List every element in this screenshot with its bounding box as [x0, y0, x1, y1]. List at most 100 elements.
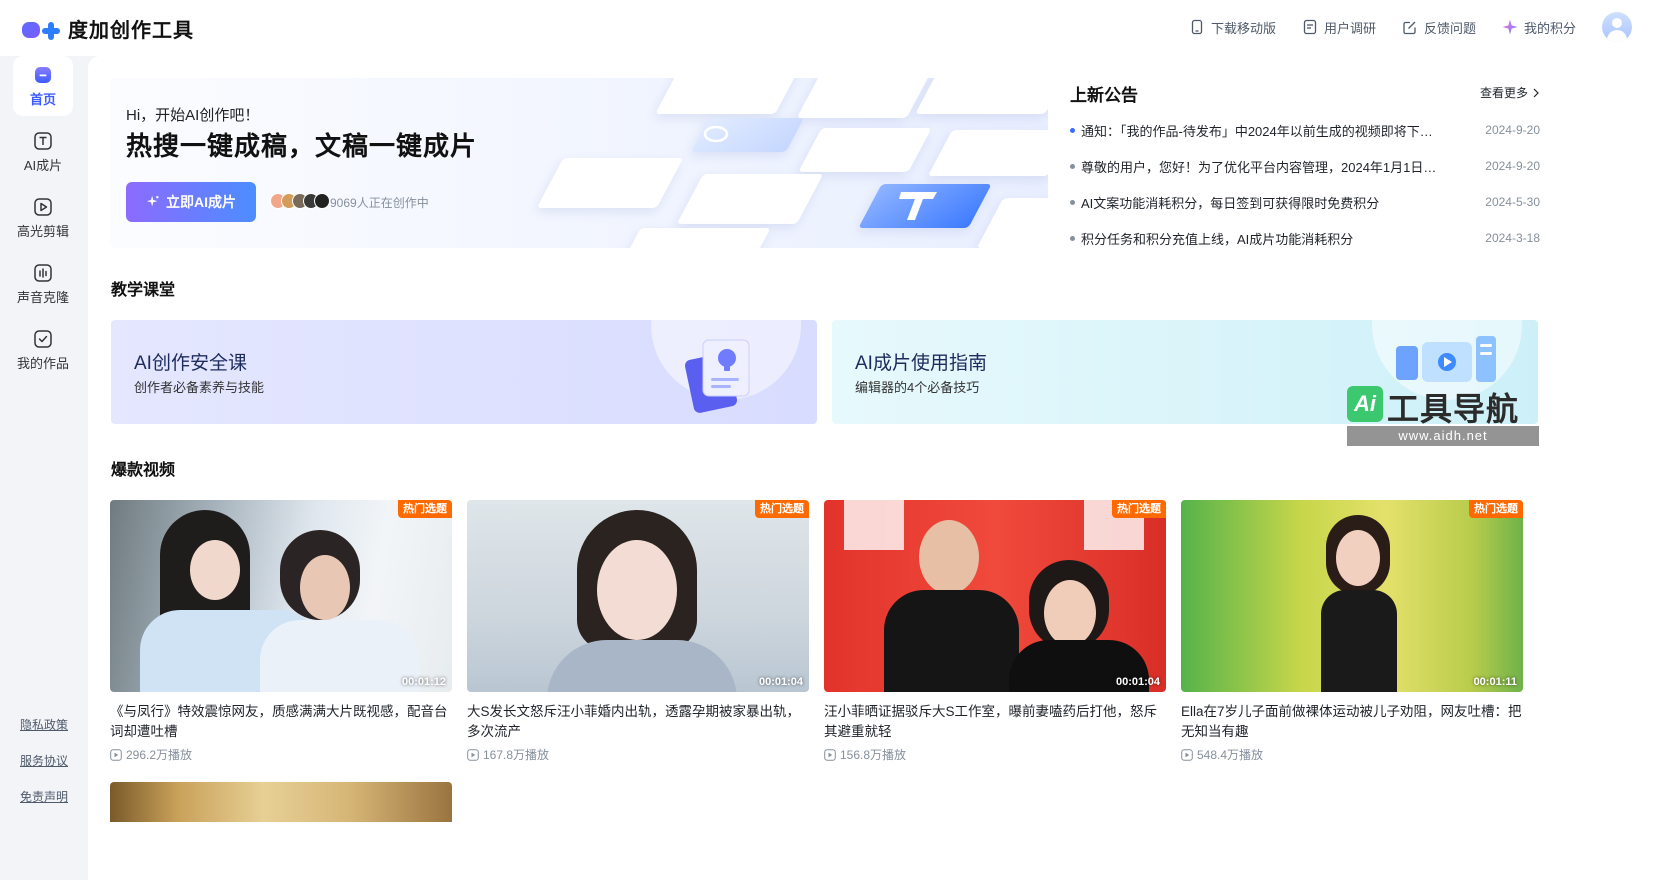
- hero-greeting: Hi，开始AI创作吧！: [126, 107, 260, 124]
- watermark-url: www.aidh.net: [1347, 426, 1539, 446]
- sidebar-item-home[interactable]: 首页: [13, 56, 73, 116]
- lesson-card-safety[interactable]: AI创作安全课 创作者必备素养与技能: [111, 320, 817, 424]
- watermark: Ai 工具导航 www.aidh.net: [1347, 386, 1539, 446]
- video-thumbnail: 热门选题 00:01:11: [1181, 500, 1523, 692]
- download-mobile-link[interactable]: 下载移动版: [1189, 18, 1276, 37]
- announcement-text: AI文案功能消耗积分，每日签到可获得限时免费积分: [1081, 195, 1380, 211]
- text-glyph-icon: [899, 192, 937, 220]
- editor-illustration-icon: [1396, 336, 1496, 382]
- video-duration: 00:01:04: [1115, 676, 1160, 688]
- announcement-date: 2024-3-18: [1485, 231, 1540, 245]
- user-avatar[interactable]: [1602, 12, 1632, 42]
- feedback-link[interactable]: 反馈问题: [1402, 18, 1476, 37]
- announcement-item[interactable]: 积分任务和积分充值上线，AI成片功能消耗积分 2024-3-18: [1070, 228, 1540, 248]
- play-count-icon: [824, 748, 836, 761]
- download-mobile-label: 下载移动版: [1210, 20, 1276, 36]
- video-card[interactable]: 热门选题 00:01:04 汪小菲晒证据驳斥大S工作室，曝前妻嗑药后打他，怒斥其…: [824, 500, 1166, 763]
- play-icon: [34, 197, 52, 216]
- video-plays-label: 296.2万播放: [126, 748, 193, 762]
- document-bulb-icon: [684, 339, 750, 413]
- phone-icon: [1191, 19, 1203, 35]
- sparkle-icon: [1502, 19, 1518, 35]
- videos-section-title: 爆款视频: [111, 462, 176, 479]
- creator-avatars: [270, 193, 330, 209]
- logo[interactable]: 度加创作工具: [20, 14, 194, 43]
- checkbox-icon: [34, 329, 52, 348]
- hero-banner: Hi，开始AI创作吧！ 热搜一键成稿，文稿一键成片 立即AI成片 9069人正在…: [110, 78, 1048, 248]
- video-card[interactable]: 热门选题 00:01:04 大S发长文怒斥汪小菲婚内出轨，透露孕期被家暴出轨，多…: [467, 500, 809, 763]
- top-bar: 度加创作工具 下载移动版 用户调研 反馈问题 我的积分: [0, 0, 1654, 56]
- my-points-link[interactable]: 我的积分: [1502, 18, 1576, 37]
- watermark-text: 工具导航: [1387, 391, 1520, 427]
- announcement-item[interactable]: AI文案功能消耗积分，每日签到可获得限时免费积分 2024-5-30: [1070, 192, 1540, 212]
- edit-icon: [1403, 21, 1416, 35]
- home-icon: [35, 66, 51, 83]
- sidebar-item-ai-video[interactable]: AI成片: [13, 122, 73, 182]
- video-plays-label: 548.4万播放: [1197, 748, 1264, 762]
- sidebar-item-label: 高光剪辑: [16, 223, 69, 239]
- sidebar-item-label: 我的作品: [16, 355, 69, 371]
- video-title: 大S发长文怒斥汪小菲婚内出轨，透露孕期被家暴出轨，多次流产: [467, 704, 801, 739]
- video-plays: 156.8万播放: [824, 746, 1166, 763]
- announcements-panel: 上新公告 查看更多 通知：「我的作品-待发布」中2024年以前生成的视频即将下……: [1070, 78, 1540, 248]
- avatar: [314, 193, 330, 209]
- announcements-title: 上新公告: [1070, 86, 1138, 105]
- chevron-right-icon: [1533, 88, 1539, 97]
- play-count-icon: [1181, 748, 1193, 761]
- waveform-icon: [34, 263, 52, 282]
- video-thumbnail-partial[interactable]: [110, 782, 452, 822]
- announcement-text: 积分任务和积分充值上线，AI成片功能消耗积分: [1081, 231, 1354, 247]
- bullet-icon: [1070, 235, 1075, 241]
- announcement-item[interactable]: 通知：「我的作品-待发布」中2024年以前生成的视频即将下… 2024-9-20: [1070, 120, 1540, 140]
- sidebar-item-label: AI成片: [23, 157, 63, 173]
- announcement-date: 2024-5-30: [1485, 195, 1540, 209]
- new-dot-icon: [1070, 127, 1075, 133]
- video-card[interactable]: 热门选题 00:01:11 Ella在7岁儿子面前做裸体运动被儿子劝阻，网友吐槽…: [1181, 500, 1523, 763]
- play-count-icon: [110, 748, 122, 761]
- hot-topic-badge: 热门选题: [1112, 500, 1166, 518]
- disclaimer-link[interactable]: 免责声明: [0, 788, 88, 805]
- sidebar-item-highlight-clip[interactable]: 高光剪辑: [13, 188, 73, 248]
- video-plays: 548.4万播放: [1181, 746, 1523, 763]
- video-title: 《与凤行》特效震惊网友，质感满满大片既视感，配音台词却遭吐槽: [110, 704, 448, 739]
- privacy-policy-link[interactable]: 隐私政策: [0, 716, 88, 733]
- bullet-icon: [1070, 163, 1075, 169]
- sidebar-item-voice-clone[interactable]: 声音克隆: [13, 254, 73, 314]
- start-ai-video-button[interactable]: 立即AI成片: [126, 182, 256, 222]
- logo-mark-icon: [20, 16, 62, 42]
- document-icon: [1303, 19, 1317, 35]
- video-duration: 00:01:12: [401, 676, 446, 688]
- search-glyph-icon: [703, 125, 729, 143]
- announcement-date: 2024-9-20: [1485, 159, 1540, 173]
- lessons-section-title: 教学课堂: [111, 282, 176, 299]
- view-more-label: 查看更多: [1479, 86, 1528, 100]
- video-plays: 167.8万播放: [467, 746, 809, 763]
- service-agreement-link[interactable]: 服务协议: [0, 752, 88, 769]
- user-survey-link[interactable]: 用户调研: [1302, 18, 1376, 37]
- video-plays: 296.2万播放: [110, 746, 452, 763]
- bullet-icon: [1070, 199, 1075, 205]
- video-duration: 00:01:04: [758, 676, 803, 688]
- view-more-link[interactable]: 查看更多: [1480, 84, 1540, 101]
- sidebar-item-my-works[interactable]: 我的作品: [13, 320, 73, 380]
- user-survey-label: 用户调研: [1323, 20, 1376, 36]
- hot-topic-badge: 热门选题: [1469, 500, 1523, 518]
- lesson-title: AI成片使用指南: [855, 353, 987, 374]
- start-ai-video-label: 立即AI成片: [166, 194, 236, 210]
- announcement-item[interactable]: 尊敬的用户，您好！为了优化平台内容管理，2024年1月1日… 2024-9-20: [1070, 156, 1540, 176]
- announcement-text: 通知：「我的作品-待发布」中2024年以前生成的视频即将下…: [1081, 123, 1433, 139]
- video-card[interactable]: 热门选题 00:01:12 《与凤行》特效震惊网友，质感满满大片既视感，配音台词…: [110, 500, 452, 763]
- video-duration: 00:01:11: [1473, 676, 1517, 688]
- hero-title: 热搜一键成稿，文稿一键成片: [126, 131, 478, 161]
- watermark-logo: Ai: [1347, 386, 1383, 422]
- sidebar-item-label: 声音克隆: [16, 289, 69, 305]
- sidebar-item-label: 首页: [29, 91, 56, 107]
- video-thumbnail: 热门选题 00:01:04: [467, 500, 809, 692]
- feedback-label: 反馈问题: [1423, 20, 1476, 36]
- main-content: Hi，开始AI创作吧！ 热搜一键成稿，文稿一键成片 立即AI成片 9069人正在…: [88, 56, 1654, 880]
- announcement-text: 尊敬的用户，您好！为了优化平台内容管理，2024年1月1日…: [1081, 159, 1437, 175]
- video-plays-label: 167.8万播放: [483, 748, 550, 762]
- announcement-date: 2024-9-20: [1485, 123, 1540, 137]
- video-thumbnail: 热门选题 00:01:12: [110, 500, 452, 692]
- video-title: Ella在7岁儿子面前做裸体运动被儿子劝阻，网友吐槽：把无知当有趣: [1181, 704, 1522, 739]
